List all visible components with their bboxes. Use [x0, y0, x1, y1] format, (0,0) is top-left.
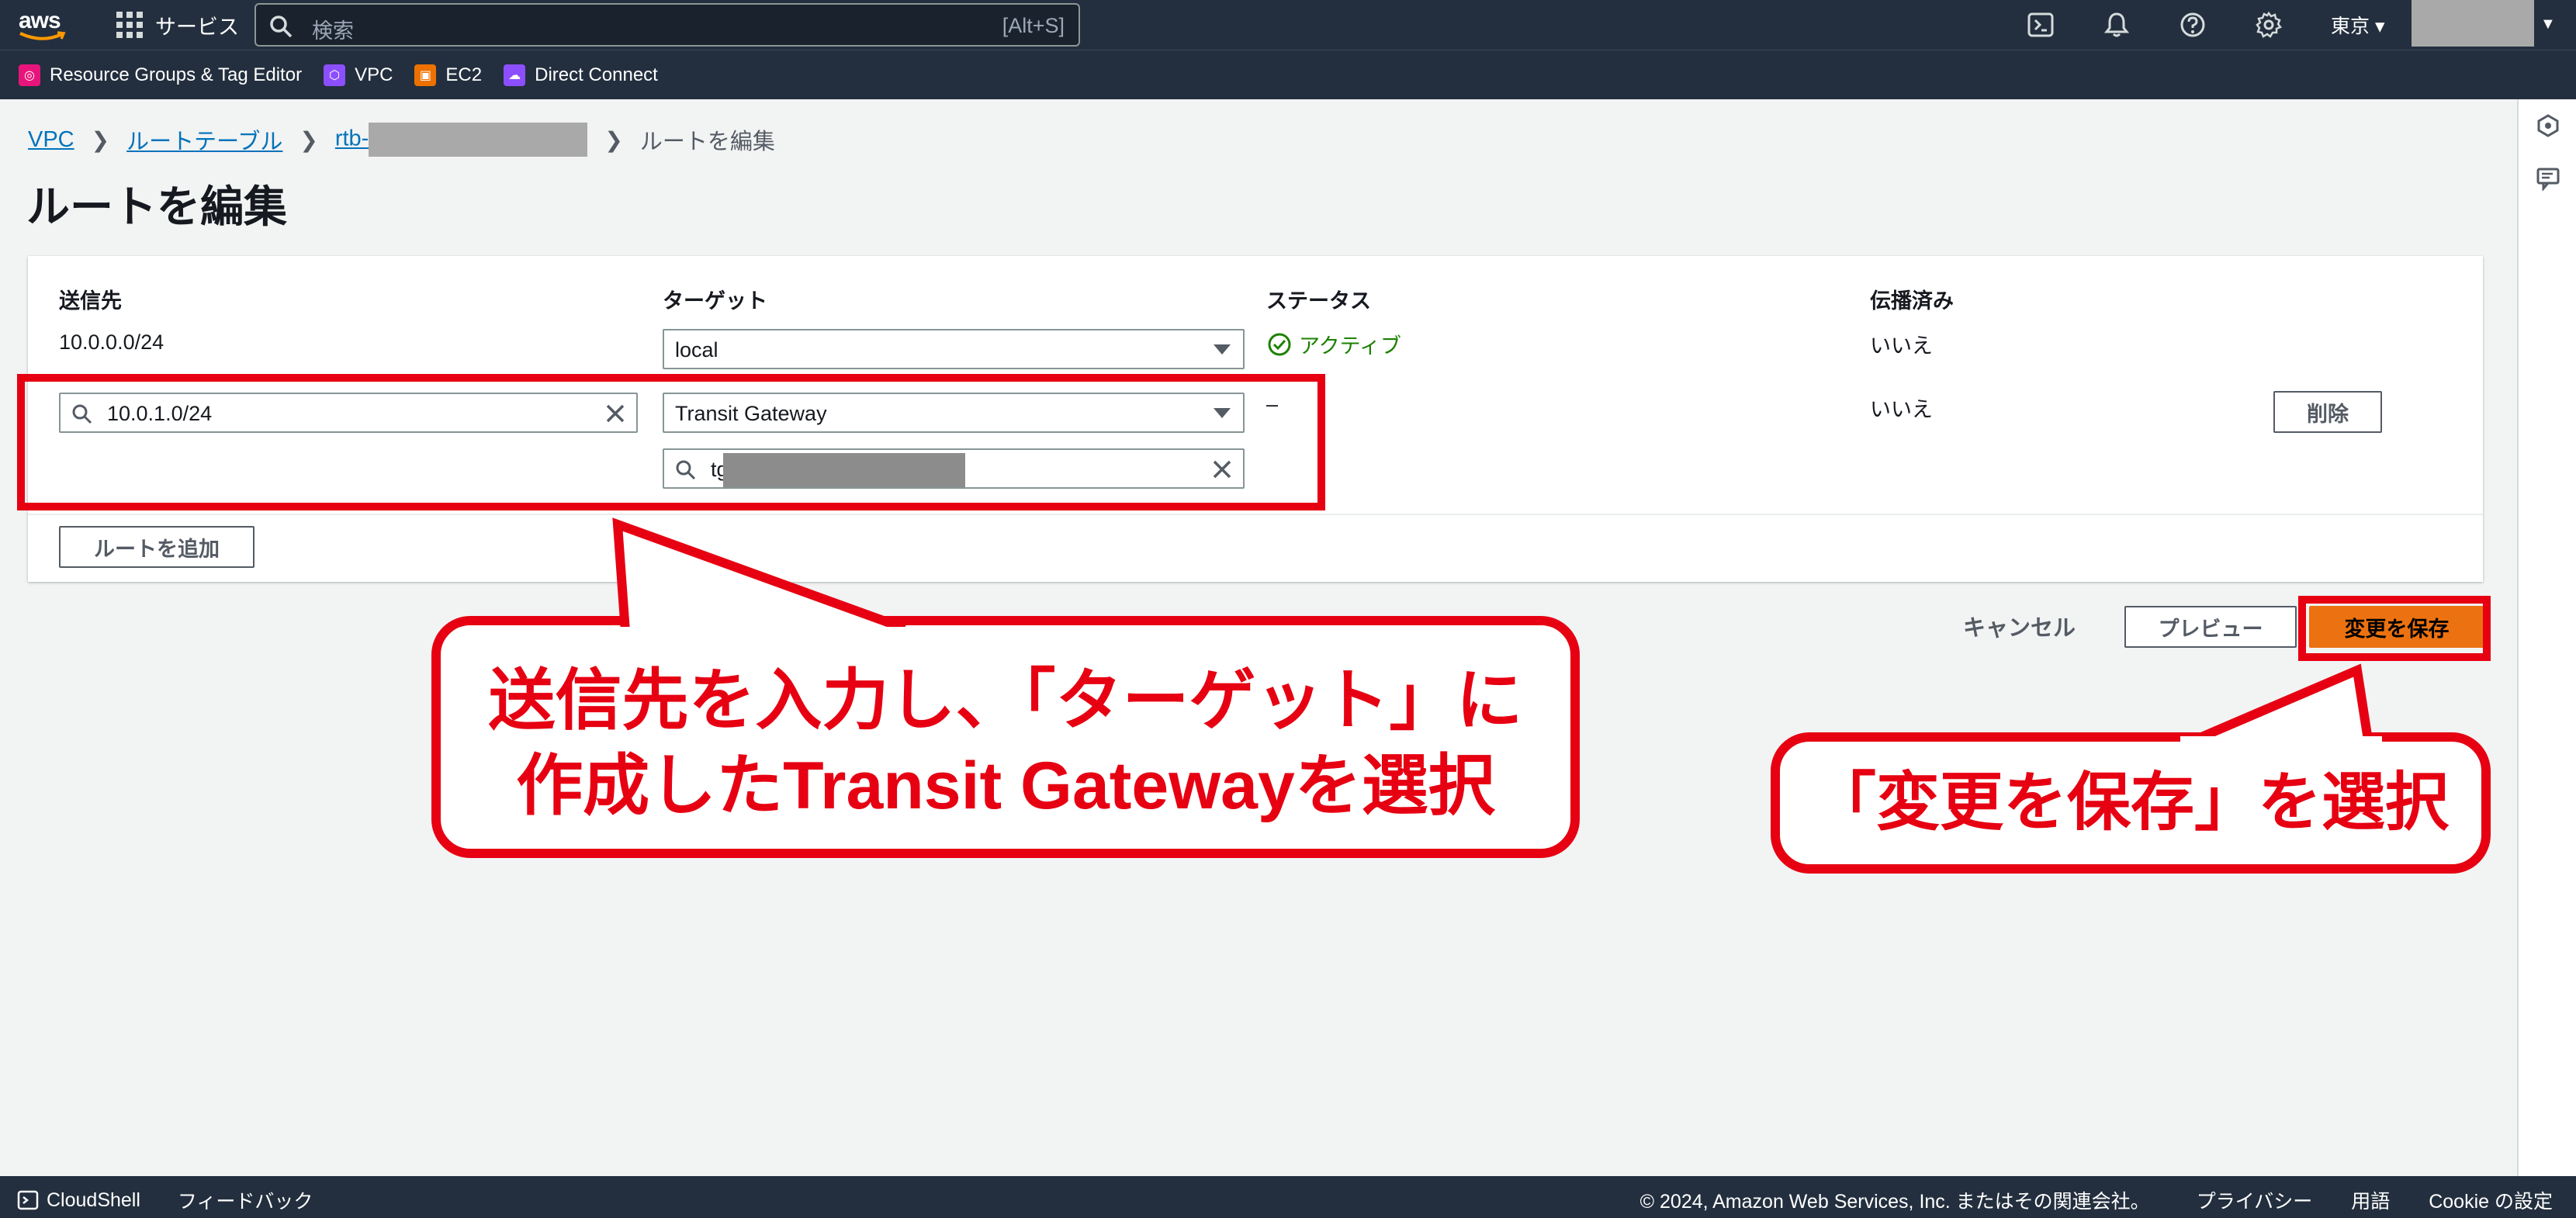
footer-left: CloudShell フィードバック [17, 1186, 313, 1214]
callout-tail-2 [2192, 663, 2373, 745]
callout-tail-1 [612, 517, 907, 633]
cloudshell-icon [17, 1190, 39, 1210]
footer-copyright: © 2024, Amazon Web Services, Inc. またはその関… [1639, 1191, 2150, 1213]
footer-feedback[interactable]: フィードバック [178, 1186, 313, 1214]
footer-right: © 2024, Amazon Web Services, Inc. またはその関… [1640, 1186, 2553, 1214]
callout-tail-1-join [597, 627, 923, 638]
footer-cookies[interactable]: Cookie の設定 [2429, 1186, 2553, 1214]
footer-privacy[interactable]: プライバシー [2197, 1186, 2313, 1214]
callout-tails [597, 517, 2382, 746]
footer-terms[interactable]: 用語 [2351, 1186, 2390, 1214]
callout-tail-2-join [2180, 736, 2382, 746]
footer: CloudShell フィードバック © 2024, Amazon Web Se… [0, 1176, 2576, 1218]
footer-cloudshell[interactable]: CloudShell [47, 1189, 140, 1212]
